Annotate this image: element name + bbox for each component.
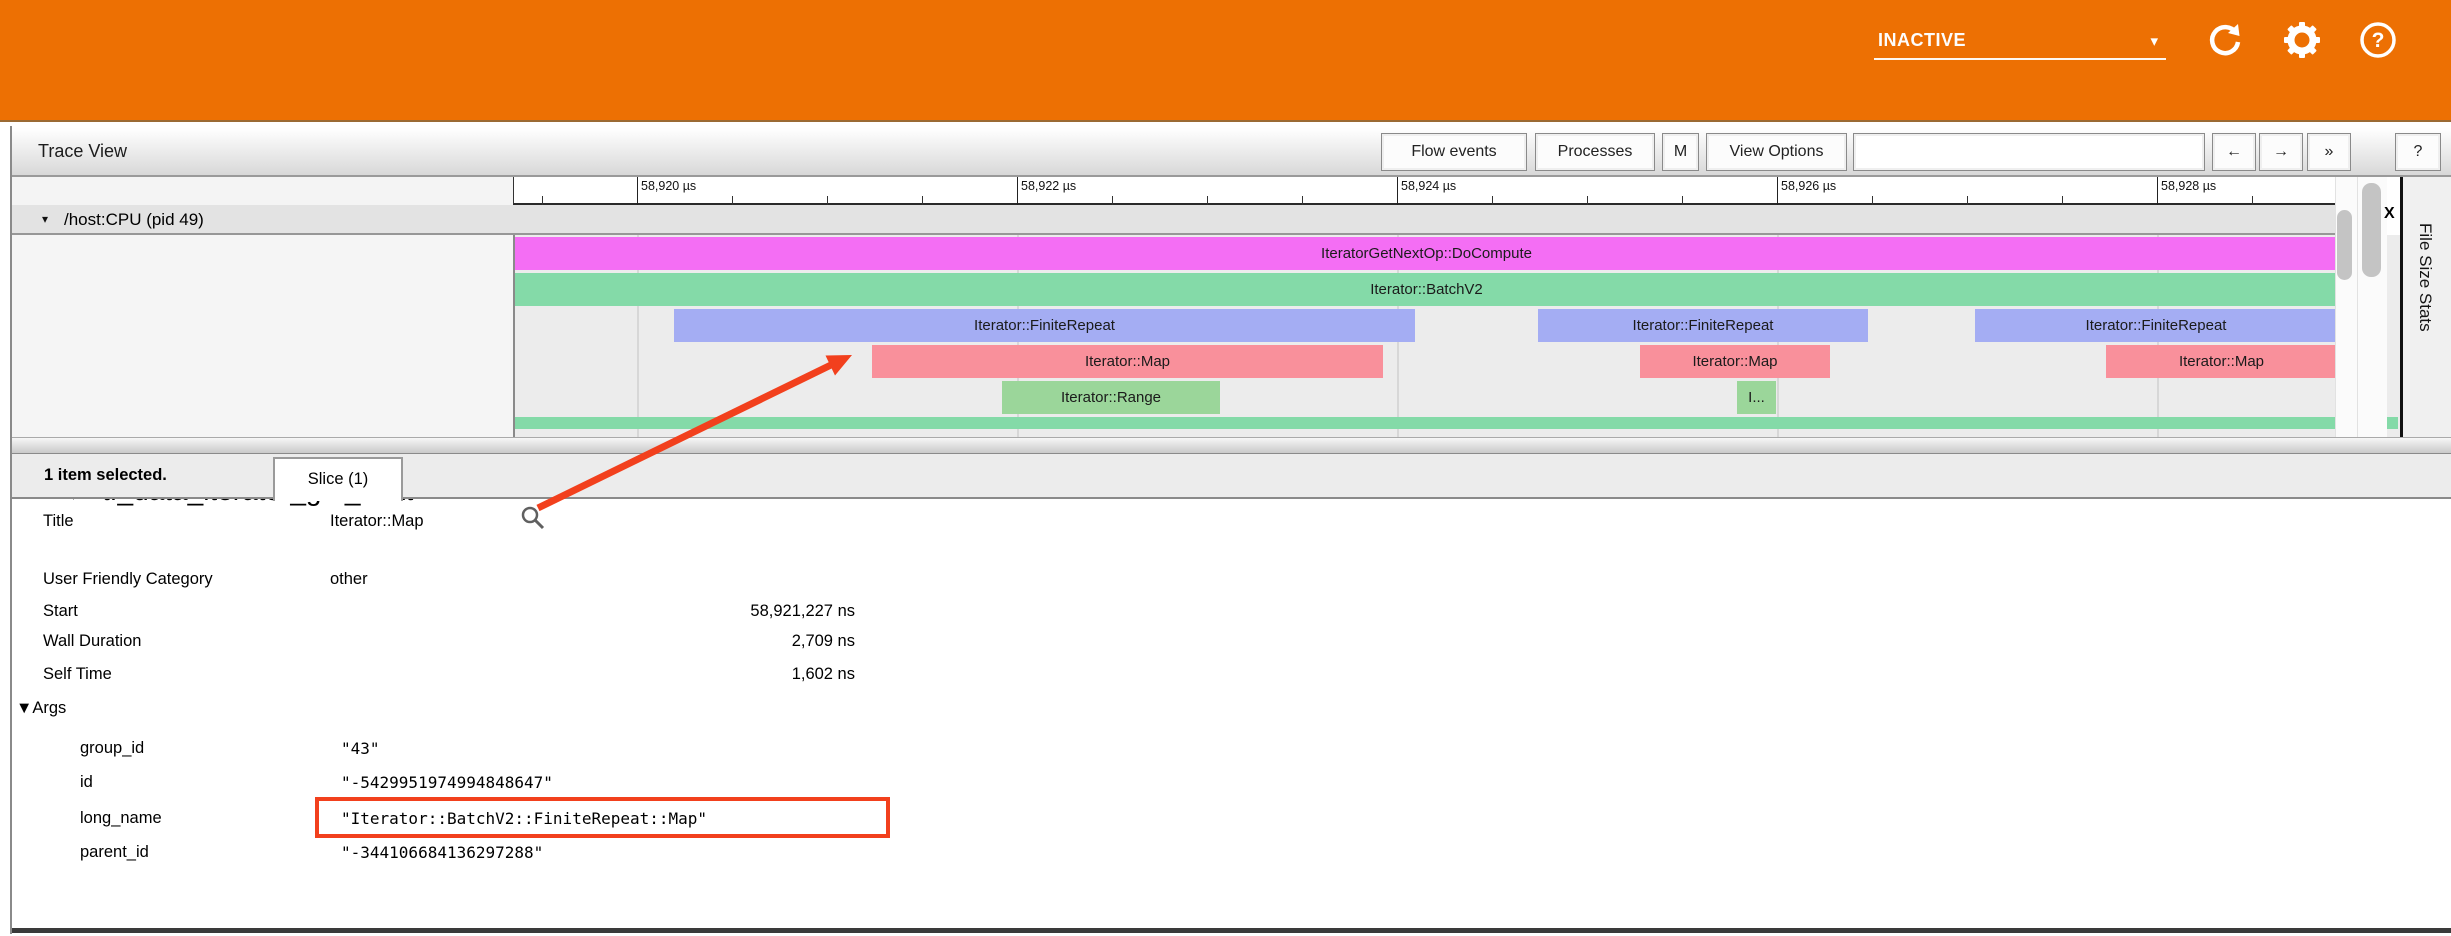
selection-summary: 1 item selected. (44, 466, 167, 485)
field-label-wall-duration: Wall Duration (43, 632, 141, 651)
field-value-title: Iterator::Map (330, 512, 424, 531)
field-value-self-time: 1,602 ns (455, 665, 855, 684)
help-button[interactable]: ? (2395, 133, 2441, 171)
more-tools-button[interactable]: » (2307, 133, 2351, 171)
field-label-title: Title (43, 512, 74, 531)
status-dropdown[interactable]: INACTIVE ▾ (1874, 24, 2166, 60)
arg-value-parent-id: "-344106684136297288" (341, 843, 543, 862)
trace-slice-finiterepeat[interactable]: Iterator::FiniteRepeat (1975, 309, 2337, 342)
close-button[interactable]: X (2384, 205, 2395, 223)
field-label-start: Start (43, 602, 78, 621)
trace-slice-batchv2[interactable]: Iterator::BatchV2 (515, 273, 2338, 306)
ruler-left-spacer (12, 177, 513, 205)
arg-value-group-id: "43" (341, 739, 380, 758)
trace-slice-finiterepeat[interactable]: Iterator::FiniteRepeat (1538, 309, 1868, 342)
process-name: /host:CPU (pid 49) (64, 210, 204, 230)
panel-splitter[interactable] (12, 437, 2451, 454)
field-label-category: User Friendly Category (43, 570, 213, 589)
track-label-panel: ▾ tf_data_iterator_get_next (12, 235, 513, 437)
trace-slice-finiterepeat[interactable]: Iterator::FiniteRepeat (674, 309, 1415, 342)
trace-slice-map[interactable]: Iterator::Map (1640, 345, 1830, 378)
scrollbar-thumb[interactable] (2337, 210, 2352, 280)
field-value-category: other (330, 570, 368, 589)
expand-triangle-icon[interactable]: ▼ (16, 699, 32, 717)
trace-view-title: Trace View (38, 141, 127, 162)
trace-slice-range[interactable]: Iterator::Range (1002, 381, 1220, 414)
ruler-tick: 58,920 µs (637, 177, 638, 205)
file-size-stats-tab[interactable]: File Size Stats (2403, 177, 2451, 437)
status-value: INACTIVE (1878, 30, 1966, 51)
panel-bottom-border (12, 928, 2451, 933)
field-value-wall-duration: 2,709 ns (455, 632, 855, 651)
prev-arrow-button[interactable]: ← (2212, 133, 2256, 171)
tab-slice[interactable]: Slice (1) (273, 457, 403, 501)
metadata-button[interactable]: M (1662, 133, 1699, 171)
app-header: INACTIVE ▾ (0, 0, 2451, 122)
collapse-triangle-icon[interactable]: ▾ (42, 212, 48, 226)
arg-name-long-name: long_name (80, 809, 162, 828)
file-size-stats-label: File Size Stats (2415, 223, 2435, 332)
field-value-start: 58,921,227 ns (455, 602, 855, 621)
ruler-tick: 58,928 µs (2157, 177, 2158, 205)
arg-value-id: "-5429951974994848647" (341, 773, 553, 792)
process-header-row[interactable]: ▾ /host:CPU (pid 49) (12, 205, 2335, 235)
svg-text:?: ? (2372, 29, 2385, 52)
annotation-highlight-box (315, 797, 890, 838)
next-arrow-button[interactable]: → (2259, 133, 2303, 171)
flow-events-button[interactable]: Flow events (1381, 133, 1527, 171)
processes-button[interactable]: Processes (1535, 133, 1655, 171)
args-section-header[interactable]: ▼Args (16, 699, 66, 718)
view-options-button[interactable]: View Options (1706, 133, 1847, 171)
ruler-tick: 58,924 µs (1397, 177, 1398, 205)
help-icon[interactable]: ? (2358, 20, 2398, 60)
ruler-tick: 58,926 µs (1777, 177, 1778, 205)
dropdown-caret-icon: ▾ (2150, 32, 2158, 50)
refresh-icon[interactable] (2205, 20, 2245, 60)
arg-name-parent-id: parent_id (80, 843, 149, 862)
gear-icon[interactable] (2282, 20, 2322, 60)
trace-slice-truncated[interactable]: I... (1737, 381, 1776, 414)
trace-slice-partial-row[interactable] (515, 417, 2398, 429)
trace-slice-map-selected[interactable]: Iterator::Map (872, 345, 1383, 378)
ruler-minor-ticks (542, 196, 2332, 205)
trace-slice-map[interactable]: Iterator::Map (2106, 345, 2337, 378)
arg-name-id: id (80, 773, 93, 792)
field-label-self-time: Self Time (43, 665, 112, 684)
scrollbar-thumb[interactable] (2362, 183, 2381, 277)
magnifier-icon[interactable] (520, 505, 546, 536)
search-input[interactable] (1853, 133, 2205, 171)
ruler-tick: 58,922 µs (1017, 177, 1018, 205)
arg-name-group-id: group_id (80, 739, 144, 758)
trace-slice-docompute[interactable]: IteratorGetNextOp::DoCompute (515, 237, 2338, 270)
